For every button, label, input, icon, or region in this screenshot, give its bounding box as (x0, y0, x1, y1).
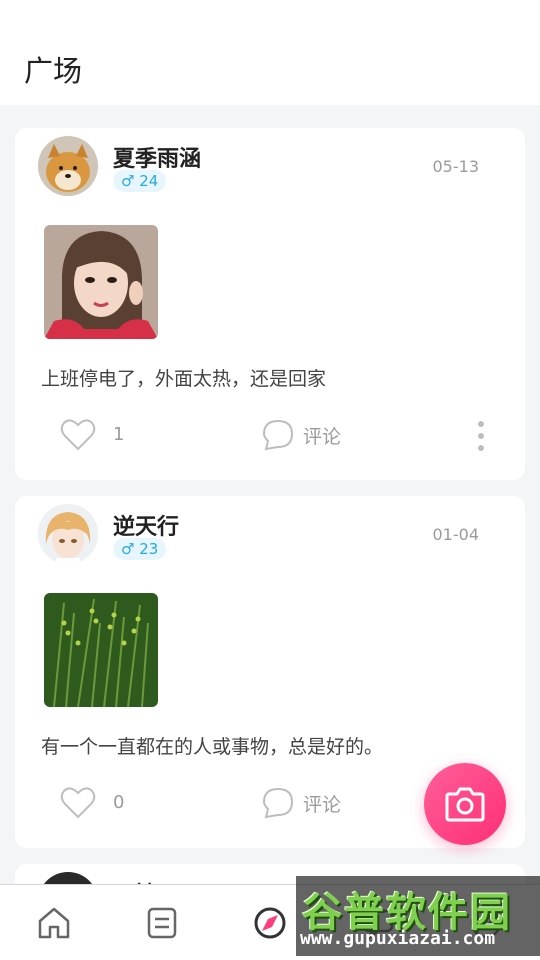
avatar[interactable] (38, 136, 98, 196)
top-bar: 广场 (0, 0, 540, 105)
username[interactable]: 夏季雨涵 (113, 141, 201, 173)
discover-icon[interactable] (252, 905, 288, 941)
page-title: 广场 (24, 54, 83, 88)
comment-button[interactable]: 评论 (303, 790, 341, 817)
post-image[interactable] (44, 225, 158, 339)
heart-icon[interactable] (60, 418, 96, 452)
list-icon[interactable] (144, 905, 180, 941)
age-label: 24 (139, 172, 159, 190)
post-text: 有一个一直都在的人或事物，总是好的。 (41, 736, 384, 758)
gender-age-badge: ♂ 23 (113, 538, 167, 560)
avatar[interactable] (38, 504, 98, 564)
male-icon: ♂ (121, 540, 135, 558)
male-icon: ♂ (121, 172, 135, 190)
post-text: 上班停电了，外面太热，还是回家 (41, 368, 327, 390)
comment-icon[interactable] (262, 787, 294, 819)
post-image[interactable] (44, 593, 158, 707)
post-card[interactable]: 夏季雨涵 ♂ 24 05-13 上班停电了，外面太热，还是回家 1 评论 (15, 128, 525, 480)
camera-fab-button[interactable] (424, 763, 506, 845)
heart-icon[interactable] (60, 786, 96, 820)
like-count: 1 (113, 424, 125, 445)
post-date: 05-13 (432, 157, 480, 176)
camera-icon (445, 787, 485, 822)
age-label: 23 (139, 540, 159, 558)
like-count: 0 (113, 792, 125, 813)
comment-button[interactable]: 评论 (303, 422, 341, 449)
username[interactable]: 逆天行 (113, 509, 179, 541)
gender-age-badge: ♂ 24 (113, 170, 167, 192)
watermark: 谷普软件园 www.gupuxiazai.com (296, 876, 540, 956)
more-icon[interactable] (474, 420, 488, 452)
post-date: 01-04 (432, 525, 480, 544)
post-actions: 1 评论 (15, 416, 525, 456)
comment-icon[interactable] (262, 419, 294, 451)
home-icon[interactable] (36, 905, 72, 941)
watermark-url: www.gupuxiazai.com (300, 928, 496, 949)
